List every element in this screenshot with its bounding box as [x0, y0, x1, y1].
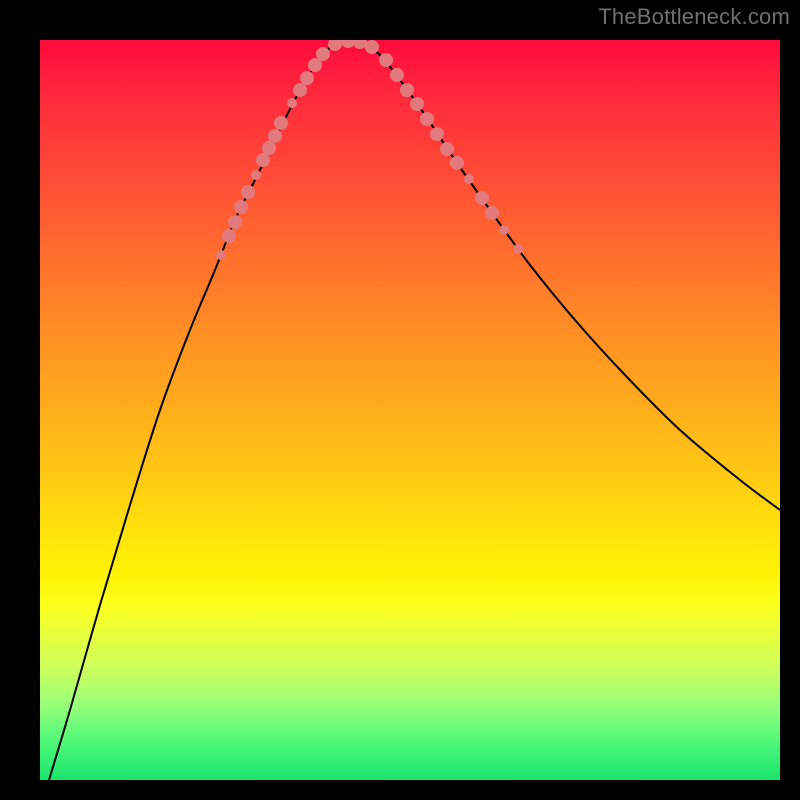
plot-area — [40, 40, 780, 780]
highlight-dots-left — [216, 40, 379, 260]
curve-svg — [40, 40, 780, 780]
chart-frame: TheBottleneck.com — [0, 0, 800, 800]
bottleneck-curve — [49, 40, 780, 780]
watermark-text: TheBottleneck.com — [598, 4, 790, 30]
highlight-dots-right — [379, 53, 523, 254]
